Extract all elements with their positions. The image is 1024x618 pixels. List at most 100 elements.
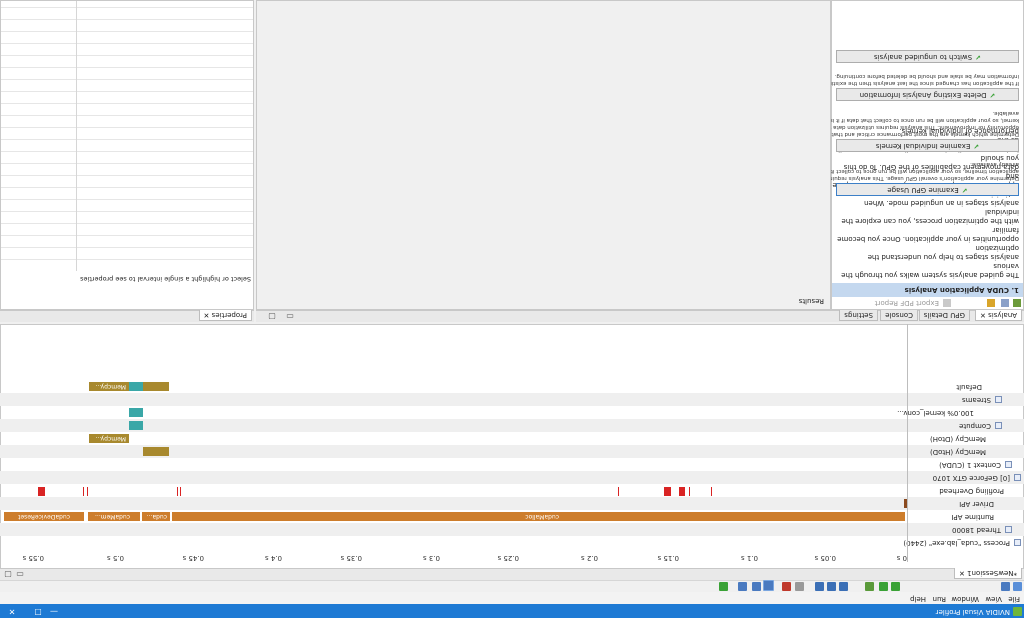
desc-line: information may be stale and should be d… <box>834 73 1019 79</box>
tree-row-memcpy-dtoh[interactable]: MemCpy (DtoH) <box>0 432 1024 445</box>
collapse-icon[interactable] <box>1014 474 1021 481</box>
bar-cuda-device-reset[interactable]: cudaDeviceReset <box>4 512 84 521</box>
bar-overhead[interactable] <box>679 487 685 496</box>
tree-row-thread[interactable]: Thread 18000 <box>0 523 1024 536</box>
switch-unguided-button[interactable]: ✔Switch to unguided analysis <box>836 50 1019 63</box>
section-header[interactable]: 1. CUDA Application Analysis <box>832 283 1023 297</box>
analysis-icon[interactable] <box>865 582 874 591</box>
minimize-view-icon[interactable]: ▭ <box>282 310 298 322</box>
minimize-icon[interactable]: — <box>46 605 62 617</box>
tab-new-session[interactable]: *NewSession1 ✕ <box>953 568 1022 579</box>
tab-gpu-details[interactable]: GPU Details <box>918 310 970 321</box>
run-icon[interactable] <box>891 582 900 591</box>
pdf-icon[interactable] <box>943 299 951 307</box>
bar-kernel[interactable] <box>129 408 143 417</box>
bar-cuda-memcpy[interactable]: cudaMem... <box>88 512 140 521</box>
tree-label: Process "cuda_lab.exe" (2440) <box>903 539 1010 547</box>
results-label: Results <box>798 297 824 305</box>
export-pdf-report[interactable]: Export PDF Report <box>875 299 939 307</box>
bar-memcpy-htod[interactable] <box>143 447 169 456</box>
align-icon[interactable] <box>752 582 761 591</box>
bar-driver-api[interactable] <box>904 499 907 508</box>
bar-memcpy-dtoh[interactable]: Memcpy... <box>89 434 129 443</box>
maximize-view-icon[interactable]: ▢ <box>264 310 280 322</box>
sync-icon[interactable] <box>763 580 774 591</box>
tree-label: Streams <box>962 396 991 404</box>
maximize-view-icon[interactable]: ▢ <box>0 568 16 580</box>
ruler-tick: 0.25 s <box>497 554 519 562</box>
bar-cuda-short[interactable]: cuda... <box>142 512 170 521</box>
filter-icon[interactable] <box>795 582 804 591</box>
close-icon[interactable]: ✕ <box>4 605 20 617</box>
tree-label: MemCpy (HtoD) <box>929 448 986 456</box>
collapse-icon[interactable] <box>995 422 1002 429</box>
tab-console-label: Console <box>885 311 913 319</box>
tab-settings[interactable]: Settings <box>839 310 878 321</box>
bar-cuda-malloc[interactable]: cudaMalloc <box>172 512 905 521</box>
new-session-icon[interactable] <box>1013 582 1022 591</box>
collapse-icon[interactable] <box>1014 539 1021 546</box>
analysis-pane: Export PDF Report 1. CUDA Application An… <box>790 0 1024 310</box>
tree-row-process[interactable]: Process "cuda_lab.exe" (2440) <box>0 536 1024 549</box>
collapse-icon[interactable] <box>1005 526 1012 533</box>
ruler-tick: 0.5 s <box>106 554 124 562</box>
bar-default-kernel[interactable] <box>129 382 143 391</box>
tab-console[interactable]: Console <box>880 310 918 321</box>
tree-row-gpu[interactable]: [0] GeForce GTX 1070 <box>0 471 1024 484</box>
zoom-fit-icon[interactable] <box>815 582 824 591</box>
intro-line: opportunities in your application. Once … <box>837 226 1019 243</box>
examine-gpu-usage-button[interactable]: ✔Examine GPU Usage <box>836 183 1019 196</box>
maximize-icon[interactable]: ☐ <box>30 605 46 617</box>
close-icon[interactable]: ✕ <box>959 569 965 577</box>
bar-compute[interactable] <box>129 421 143 430</box>
save-icon[interactable] <box>1001 582 1010 591</box>
ruler-tick: 0.2 s <box>580 554 598 562</box>
close-icon[interactable]: ✕ <box>980 311 988 319</box>
delete-analysis-button[interactable]: ✔Delete Existing Analysis Information <box>836 88 1019 101</box>
menu-run[interactable]: Run <box>933 595 946 603</box>
list-view-icon[interactable] <box>1001 299 1009 307</box>
dependency-icon[interactable] <box>719 582 728 591</box>
zoom-in-icon[interactable] <box>839 582 848 591</box>
tree-label: Compute <box>959 422 991 430</box>
profile-icon[interactable] <box>879 582 888 591</box>
bar-overhead[interactable] <box>664 487 671 496</box>
tab-analysis[interactable]: Analysis ✕ <box>975 310 1022 321</box>
tree-row-streams[interactable]: Streams <box>0 393 1024 406</box>
tree-row-kernel[interactable]: 100.0% kernel_conv... <box>0 406 1024 419</box>
delete-description: If the application has changed since the… <box>801 72 1019 86</box>
bar-overhead[interactable] <box>87 487 88 496</box>
examine-individual-kernels-button[interactable]: ✔Examine Individual Kernels <box>836 139 1019 152</box>
analysis-mode-icon[interactable] <box>1013 299 1021 307</box>
layout-icon[interactable] <box>738 582 747 591</box>
bar-overhead[interactable] <box>689 487 690 496</box>
bar-overhead[interactable] <box>177 487 178 496</box>
bar-overhead[interactable] <box>83 487 84 496</box>
clear-icon[interactable] <box>782 582 791 591</box>
bar-overhead[interactable] <box>180 487 181 496</box>
bar-label: Memcpy... <box>95 383 126 390</box>
bar-overhead[interactable] <box>618 487 619 496</box>
bar-overhead[interactable] <box>38 487 45 496</box>
menu-window[interactable]: Window <box>951 595 979 603</box>
bar-overhead[interactable] <box>711 487 712 496</box>
bar-default-memcpy[interactable] <box>143 382 169 391</box>
ruler-tick: 0.05 s <box>814 554 836 562</box>
tree-row-driver-api[interactable]: Driver API <box>0 497 1024 510</box>
ruler-tick: 0.45 s <box>182 554 204 562</box>
zoom-out-icon[interactable] <box>827 582 836 591</box>
hint-icon[interactable] <box>987 299 995 307</box>
properties-grid <box>1 1 253 271</box>
tree-row-profiling-overhead[interactable]: Profiling Overhead <box>0 484 1024 497</box>
bar-default-memcpy2[interactable]: Memcpy... <box>89 382 129 391</box>
tree-row-compute[interactable]: Compute <box>0 419 1024 432</box>
tree-row-context[interactable]: Context 1 (CUDA) <box>0 458 1024 471</box>
collapse-icon[interactable] <box>995 396 1002 403</box>
menu-help[interactable]: Help <box>910 595 926 603</box>
tab-properties[interactable]: Properties ✕ <box>198 310 252 321</box>
menu-file[interactable]: File <box>1008 595 1020 603</box>
collapse-icon[interactable] <box>1005 461 1012 468</box>
ruler-tick: 0.4 s <box>264 554 282 562</box>
menu-view[interactable]: View <box>985 595 1002 603</box>
close-icon[interactable]: ✕ <box>204 311 212 319</box>
